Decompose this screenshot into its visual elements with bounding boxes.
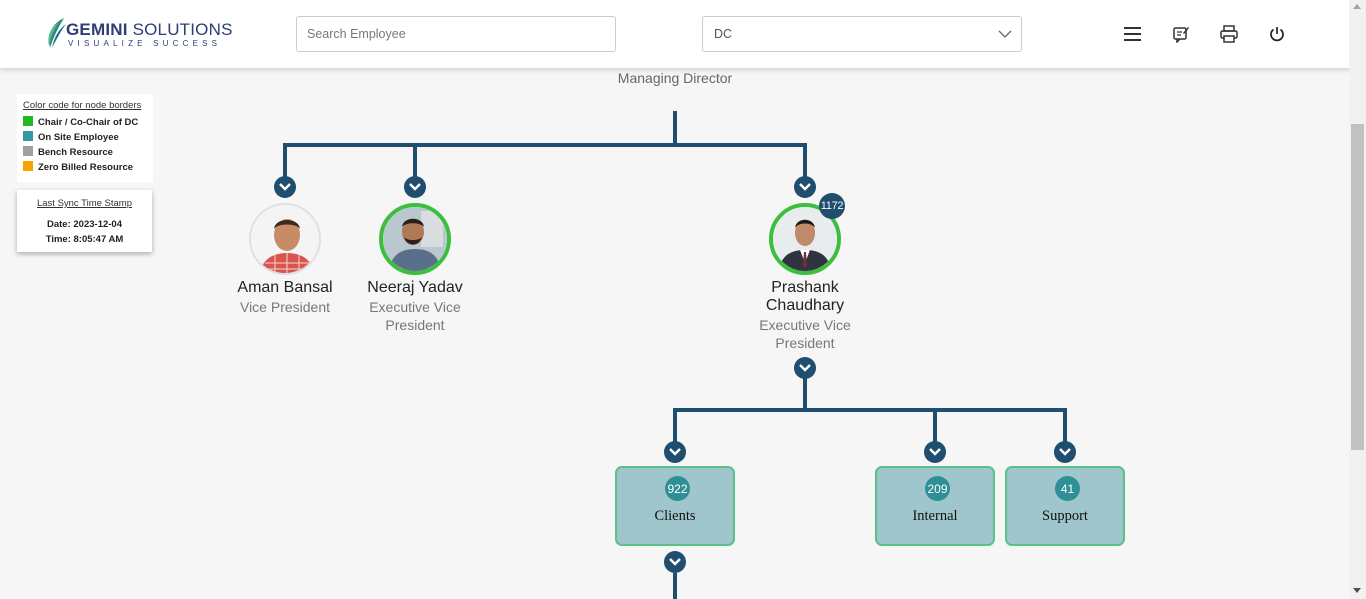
expand-toggle-neeraj[interactable] [404, 176, 426, 198]
feedback-button[interactable] [1169, 22, 1193, 46]
avatar-neeraj-yadav[interactable] [379, 203, 451, 275]
dept-label: Clients [654, 508, 696, 524]
logout-button[interactable] [1265, 22, 1289, 46]
dept-node-internal[interactable]: 209 Internal [875, 466, 995, 546]
managing-director-title: Managing Director [617, 70, 733, 86]
chevron-down-icon [409, 183, 421, 191]
logo-leaf-icon [48, 18, 66, 48]
department-select-value: DC [714, 27, 733, 41]
dept-node-support[interactable]: 41 Support [1005, 466, 1125, 546]
expand-toggle-internal[interactable] [924, 441, 946, 463]
employee-name-aman[interactable]: Aman Bansal [215, 279, 355, 297]
employee-role-prashank-line2: President [775, 335, 835, 351]
department-select[interactable]: DC [702, 16, 1022, 52]
feedback-icon [1173, 27, 1189, 43]
print-icon [1220, 25, 1238, 43]
search-employee-input[interactable] [296, 16, 616, 52]
chevron-down-icon [998, 30, 1012, 38]
dept-count-badge: 209 [925, 476, 950, 501]
employee-role-neeraj-line2: President [385, 317, 445, 333]
expand-toggle-clients-children[interactable] [664, 551, 686, 573]
employee-name-neeraj[interactable]: Neeraj Yadav [345, 279, 485, 297]
dept-label: Support [1042, 508, 1088, 524]
company-logo[interactable]: GEMINI SOLUTIONS VISUALIZE SUCCESS [46, 16, 232, 52]
print-button[interactable] [1217, 22, 1241, 46]
scrollbar-thumb[interactable] [1351, 124, 1364, 450]
chevron-down-icon [669, 448, 681, 456]
dept-count-badge: 922 [665, 476, 690, 501]
scroll-down-arrow-icon[interactable] [1353, 588, 1361, 593]
logo-tagline: VISUALIZE SUCCESS [68, 39, 222, 48]
employee-name-prashank-line1[interactable]: Prashank [735, 279, 875, 297]
expand-toggle-prashank-children[interactable] [794, 357, 816, 379]
expand-toggle-prashank[interactable] [794, 176, 816, 198]
dept-node-clients[interactable]: 922 Clients [615, 466, 735, 546]
employee-name-prashank-line2[interactable]: Chaudhary [735, 297, 875, 315]
expand-toggle-aman[interactable] [274, 176, 296, 198]
expand-toggle-clients[interactable] [664, 441, 686, 463]
menu-icon [1124, 27, 1141, 41]
power-icon [1270, 27, 1284, 42]
chevron-down-icon [799, 364, 811, 372]
reportee-count-badge: 1172 [819, 193, 845, 219]
dept-label: Internal [912, 508, 958, 524]
chevron-down-icon [279, 183, 291, 191]
employee-role-prashank-line1: Executive Vice [759, 317, 851, 333]
avatar-aman-bansal[interactable] [249, 203, 321, 275]
chevron-down-icon [799, 183, 811, 191]
chevron-down-icon [669, 558, 681, 566]
employee-role-aman: Vice President [239, 299, 330, 315]
employee-role-neeraj-line1: Executive Vice [369, 299, 461, 315]
expand-toggle-support[interactable] [1054, 441, 1076, 463]
dept-count-badge: 41 [1055, 476, 1080, 501]
scroll-up-arrow-icon[interactable] [1353, 4, 1361, 9]
chevron-down-icon [1059, 448, 1071, 456]
logo-brand-text: GEMINI SOLUTIONS [66, 20, 233, 39]
vertical-scrollbar[interactable] [1349, 0, 1366, 599]
chevron-down-icon [929, 448, 941, 456]
org-chart: Managing Director Aman Bansal Vice Presi… [0, 68, 1349, 599]
top-header: GEMINI SOLUTIONS VISUALIZE SUCCESS DC [0, 0, 1366, 68]
menu-button[interactable] [1121, 22, 1145, 46]
person-photo [383, 207, 447, 271]
